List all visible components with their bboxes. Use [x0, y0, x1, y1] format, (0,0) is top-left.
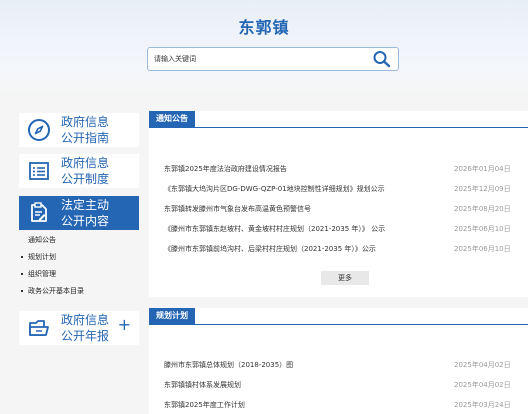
- folder-icon: [29, 320, 49, 336]
- sub-menu: 通知公告 规划计划 组织管理 政务公开基本目录: [21, 236, 84, 304]
- notice-date: 2026年01月04日: [454, 165, 511, 173]
- search-button[interactable]: [372, 50, 392, 68]
- compass-icon: [28, 119, 50, 141]
- expand-plus-icon[interactable]: +: [118, 317, 131, 333]
- plans-panel: 规划计划 滕州市东郭镇总体规划（2018-2035）图 2025年04月02日 …: [149, 308, 528, 414]
- nav-item-label: 政府信息: [61, 313, 110, 327]
- plan-date: 2025年04月02日: [454, 381, 511, 389]
- notice-item[interactable]: 《东郭镇大坞沟片区DG-DWG-QZP-01地块控制性详细规划》规划公示 202…: [164, 184, 528, 194]
- notice-item[interactable]: 东郭镇转发滕州市气象台发布高温黄色预警信号 2025年08月20日: [164, 204, 528, 214]
- notices-tab[interactable]: 通知公告: [149, 111, 195, 127]
- search-icon: [373, 51, 391, 68]
- sub-item-notices[interactable]: 通知公告: [28, 236, 84, 244]
- search-bar: [147, 47, 399, 71]
- notice-date: 2025年06月10日: [454, 225, 511, 233]
- notices-panel: 通知公告 东郭镇2025年度法治政府建设情况报告 2026年01月04日 《东郭…: [149, 111, 528, 297]
- notice-item[interactable]: 《滕州市东郭镇前坞沟村、后梁村村庄规划（2021-2035 年）》公示 2025…: [164, 244, 528, 254]
- nav-item-label: 公开内容: [61, 214, 110, 228]
- plan-item[interactable]: 滕州市东郭镇总体规划（2018-2035）图 2025年04月02日: [164, 360, 528, 370]
- notice-item[interactable]: 《滕州市东郭镇东赵坡村、黄金坡村村庄规划（2021-2035 年）》 公示 20…: [164, 224, 528, 234]
- search-input[interactable]: [154, 51, 364, 67]
- sub-item-catalog[interactable]: 政务公开基本目录: [21, 287, 84, 295]
- plan-date: 2025年04月02日: [454, 361, 511, 369]
- nav-item-label: 政府信息: [61, 115, 110, 129]
- site-header: 东郭镇: [0, 0, 528, 98]
- notice-item[interactable]: 东郭镇2025年度法治政府建设情况报告 2026年01月04日: [164, 164, 528, 174]
- notice-date: 2025年08月20日: [454, 205, 511, 213]
- plan-date: 2025年03月24日: [454, 401, 511, 409]
- nav-item-label: 公开年报: [61, 329, 110, 343]
- plan-title[interactable]: 东郭镇镇村体系发展规划: [164, 380, 241, 390]
- more-button[interactable]: 更多: [321, 271, 369, 285]
- site-title: 东郭镇: [238, 18, 290, 37]
- notice-title[interactable]: 东郭镇转发滕州市气象台发布高温黄色预警信号: [164, 204, 311, 214]
- plan-item[interactable]: 东郭镇镇村体系发展规划 2025年04月02日: [164, 380, 528, 390]
- plan-title[interactable]: 东郭镇2025年度工作计划: [164, 400, 245, 410]
- plans-tab[interactable]: 规划计划: [149, 308, 195, 324]
- sub-item-plans[interactable]: 规划计划: [21, 253, 84, 261]
- nav-item-label: 公开制度: [61, 172, 110, 186]
- notice-title[interactable]: 东郭镇2025年度法治政府建设情况报告: [164, 164, 287, 174]
- plan-item[interactable]: 东郭镇2025年度工作计划 2025年03月24日: [164, 400, 528, 410]
- nav-item-guide[interactable]: 政府信息 公开指南: [19, 113, 139, 147]
- plan-title[interactable]: 滕州市东郭镇总体规划（2018-2035）图: [164, 360, 293, 370]
- notice-title[interactable]: 《滕州市东郭镇前坞沟村、后梁村村庄规划（2021-2035 年）》公示: [164, 244, 376, 254]
- nav-item-annual-report[interactable]: 政府信息 公开年报 +: [19, 311, 139, 345]
- nav-item-label: 法定主动: [61, 198, 110, 212]
- nav-item-label: 公开指南: [61, 131, 110, 145]
- notice-date: 2025年06月10日: [454, 245, 511, 253]
- nav-item-system[interactable]: 政府信息 公开制度: [19, 154, 139, 188]
- nav-item-label: 政府信息: [61, 156, 110, 170]
- notice-date: 2025年12月09日: [454, 185, 511, 193]
- notice-title[interactable]: 《东郭镇大坞沟片区DG-DWG-QZP-01地块控制性详细规划》规划公示: [164, 184, 385, 194]
- nav-item-active-content[interactable]: 法定主动 公开内容: [19, 196, 139, 230]
- edit-document-icon: [31, 202, 47, 222]
- sub-item-organization[interactable]: 组织管理: [21, 270, 84, 278]
- notice-title[interactable]: 《滕州市东郭镇东赵坡村、黄金坡村村庄规划（2021-2035 年）》 公示: [164, 224, 385, 234]
- document-list-icon: [29, 162, 49, 180]
